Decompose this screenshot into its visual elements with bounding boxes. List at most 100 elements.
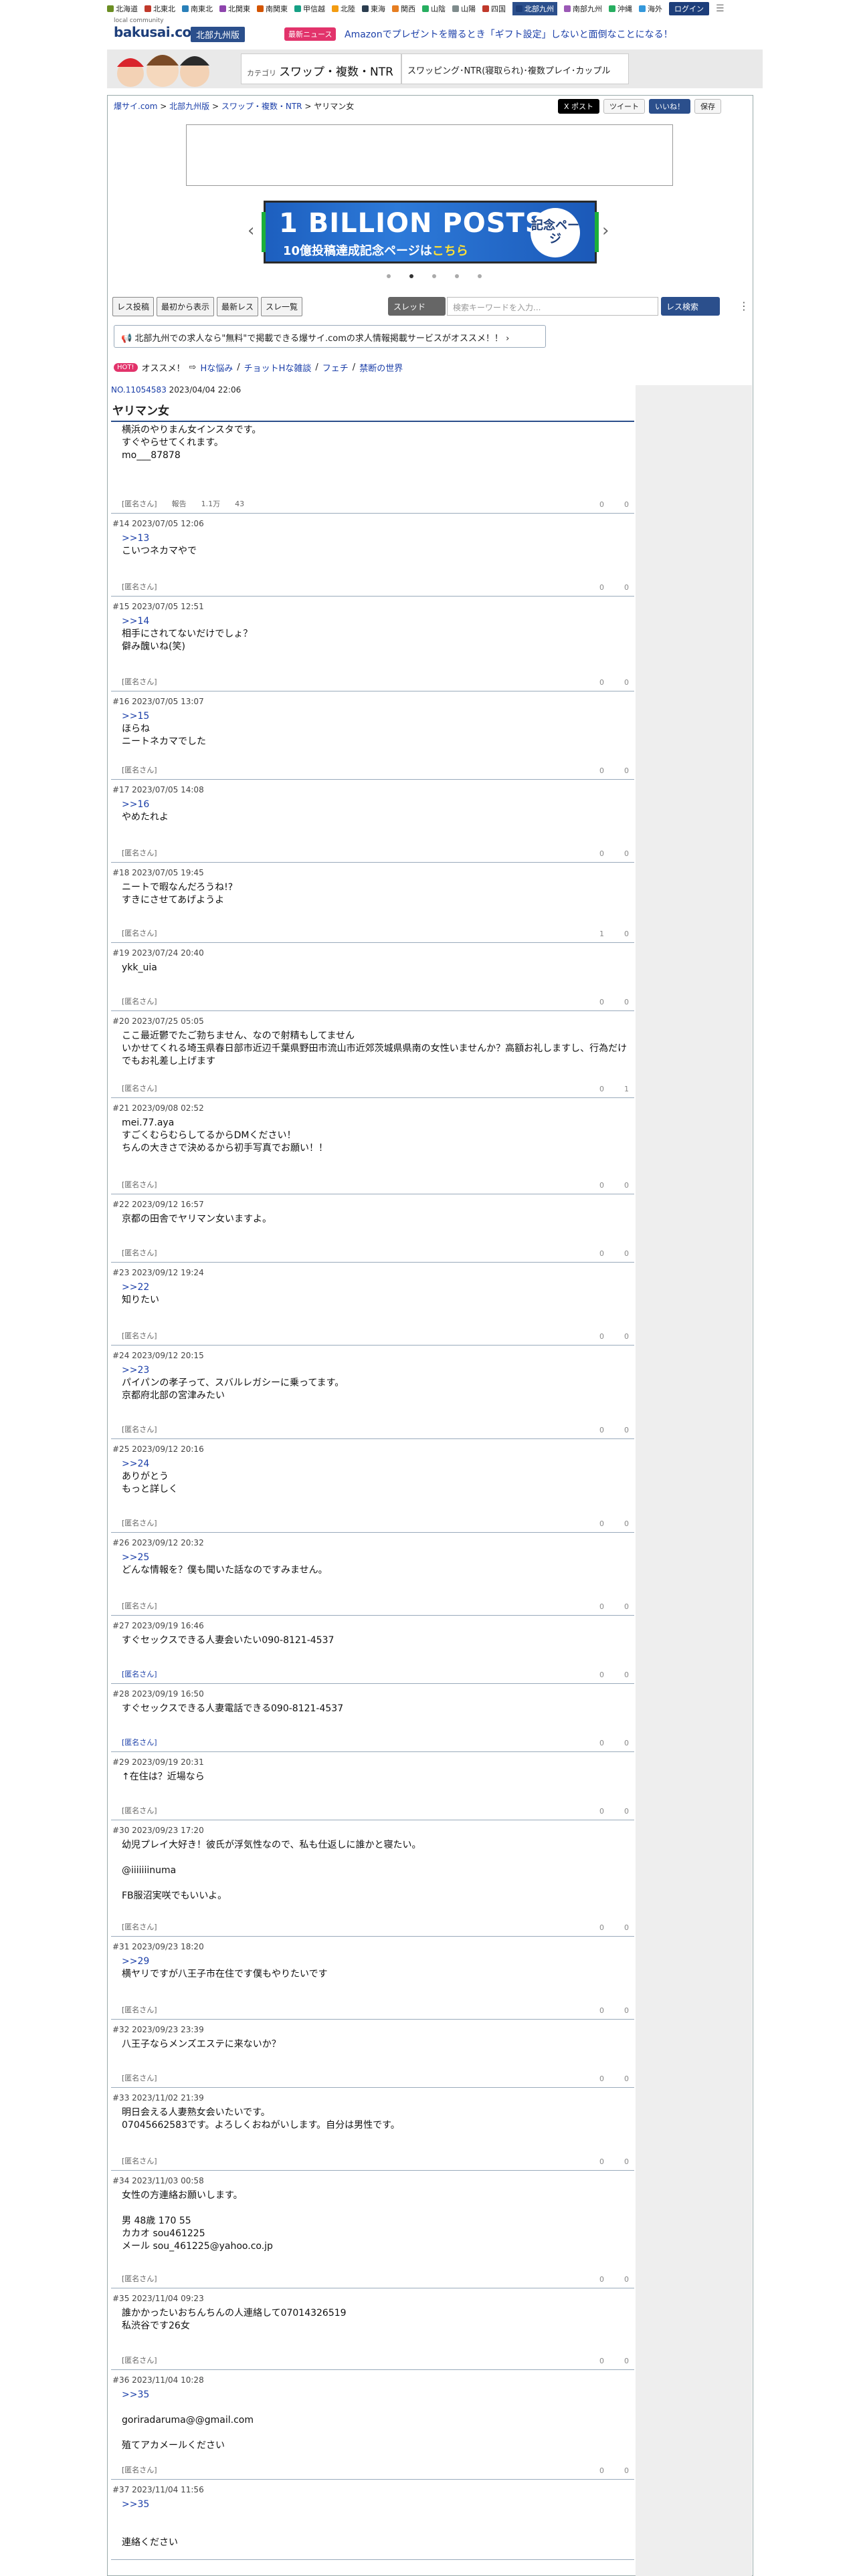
downvote-count[interactable]: 0 bbox=[624, 1426, 629, 1434]
upvote-count[interactable]: 0 bbox=[599, 2074, 604, 2083]
downvote-count[interactable]: 1 bbox=[624, 1085, 629, 1093]
search-scope-select[interactable]: スレッド bbox=[388, 297, 446, 316]
category-subtitle[interactable]: スワッピング･NTR(寝取られ)･複数プレイ･カップル bbox=[401, 53, 629, 84]
upvote-count[interactable]: 0 bbox=[599, 1426, 604, 1434]
breadcrumb-home[interactable]: 爆サイ.com bbox=[114, 102, 157, 111]
search-input[interactable]: 検索キーワードを入力... bbox=[447, 297, 658, 316]
carousel-next-icon[interactable]: › bbox=[602, 221, 609, 241]
upvote-count[interactable]: 0 bbox=[599, 1249, 604, 1258]
login-button[interactable]: ログイン bbox=[669, 2, 709, 15]
downvote-count[interactable]: 0 bbox=[624, 1602, 629, 1611]
thread-number[interactable]: NO.11054583 bbox=[111, 385, 167, 395]
region-link[interactable]: 山陽 bbox=[452, 3, 476, 14]
downvote-count[interactable]: 0 bbox=[624, 998, 629, 1006]
region-link[interactable]: 北海道 bbox=[107, 3, 138, 14]
ad-slot[interactable] bbox=[186, 124, 673, 186]
downvote-count[interactable]: 0 bbox=[624, 930, 629, 938]
upvote-count[interactable]: 0 bbox=[599, 1739, 604, 1747]
downvote-count[interactable]: 0 bbox=[624, 1181, 629, 1190]
region-link[interactable]: 東海 bbox=[362, 3, 385, 14]
billion-posts-banner[interactable]: 1 BILLION POSTS 10億投稿達成記念ページはこちら 記念ページ bbox=[262, 201, 599, 263]
reply-anchor-link[interactable]: >>23 bbox=[122, 1364, 634, 1377]
save-button[interactable]: 保存 bbox=[694, 99, 722, 114]
carousel-dot[interactable] bbox=[387, 274, 391, 278]
carousel-dot[interactable] bbox=[432, 274, 436, 278]
post-reply-button[interactable]: レス投稿 bbox=[112, 297, 155, 316]
like-button[interactable]: いいね！ bbox=[649, 99, 691, 114]
upvote-count[interactable]: 0 bbox=[599, 2357, 604, 2365]
downvote-count[interactable]: 0 bbox=[624, 1249, 629, 1258]
region-link[interactable]: 南東北 bbox=[182, 3, 213, 14]
downvote-count[interactable]: 0 bbox=[624, 500, 629, 509]
reply-anchor-link[interactable]: >>35 bbox=[122, 2498, 634, 2511]
downvote-count[interactable]: 0 bbox=[624, 1332, 629, 1341]
more-icon[interactable]: ⋮ bbox=[739, 300, 749, 312]
downvote-count[interactable]: 0 bbox=[624, 678, 629, 687]
reply-anchor-link[interactable]: >>25 bbox=[122, 1551, 634, 1564]
show-from-start-button[interactable]: 最初から表示 bbox=[157, 297, 215, 316]
latest-replies-button[interactable]: 最新レス bbox=[217, 297, 259, 316]
hot-link[interactable]: フェチ bbox=[322, 361, 349, 374]
upvote-count[interactable]: 0 bbox=[599, 766, 604, 775]
region-link[interactable]: 南関東 bbox=[257, 3, 288, 14]
upvote-count[interactable]: 0 bbox=[599, 1332, 604, 1341]
downvote-count[interactable]: 0 bbox=[624, 2006, 629, 2015]
search-button[interactable]: レス検索 bbox=[661, 297, 720, 316]
downvote-count[interactable]: 0 bbox=[624, 1807, 629, 1816]
hot-link[interactable]: Hな悩み bbox=[200, 361, 233, 374]
reply-anchor-link[interactable]: >>35 bbox=[122, 2389, 634, 2401]
region-link[interactable]: 四国 bbox=[482, 3, 506, 14]
region-link[interactable]: 北関東 bbox=[219, 3, 250, 14]
hot-link[interactable]: 禁断の世界 bbox=[359, 361, 403, 374]
reply-anchor-link[interactable]: >>13 bbox=[122, 532, 634, 545]
region-link[interactable]: 山陰 bbox=[422, 3, 446, 14]
carousel-dot[interactable] bbox=[455, 274, 459, 278]
x-post-button[interactable]: X ポスト bbox=[558, 99, 600, 114]
upvote-count[interactable]: 0 bbox=[599, 678, 604, 687]
downvote-count[interactable]: 0 bbox=[624, 1671, 629, 1679]
upvote-count[interactable]: 0 bbox=[599, 998, 604, 1006]
downvote-count[interactable]: 0 bbox=[624, 2357, 629, 2365]
downvote-count[interactable]: 0 bbox=[624, 2466, 629, 2475]
upvote-count[interactable]: 0 bbox=[599, 2466, 604, 2475]
downvote-count[interactable]: 0 bbox=[624, 1923, 629, 1932]
downvote-count[interactable]: 0 bbox=[624, 849, 629, 858]
news-link[interactable]: Amazonでプレゼントを贈るとき「ギフト設定」しないと面倒なことになる！ bbox=[345, 27, 673, 41]
reply-anchor-link[interactable]: >>22 bbox=[122, 1281, 634, 1294]
reply-anchor-link[interactable]: >>15 bbox=[122, 710, 634, 723]
upvote-count[interactable]: 0 bbox=[599, 1807, 604, 1816]
reply-anchor-link[interactable]: >>29 bbox=[122, 1955, 634, 1968]
region-link[interactable]: 南部九州 bbox=[564, 3, 602, 14]
region-link[interactable]: 海外 bbox=[639, 3, 662, 14]
upvote-count[interactable]: 0 bbox=[599, 1519, 604, 1528]
reply-anchor-link[interactable]: >>14 bbox=[122, 615, 634, 628]
hot-link[interactable]: チョットHな雑談 bbox=[244, 361, 312, 374]
upvote-count[interactable]: 0 bbox=[599, 1671, 604, 1679]
downvote-count[interactable]: 0 bbox=[624, 766, 629, 775]
upvote-count[interactable]: 0 bbox=[599, 849, 604, 858]
job-promo-banner[interactable]: 📢 北部九州での求人なら"無料"で掲載できる爆サイ.comの求人情報掲載サービス… bbox=[114, 325, 546, 348]
downvote-count[interactable]: 0 bbox=[624, 2275, 629, 2284]
downvote-count[interactable]: 0 bbox=[624, 2157, 629, 2166]
breadcrumb-area[interactable]: 北部九州版 bbox=[169, 102, 209, 111]
region-link[interactable]: 北東北 bbox=[145, 3, 175, 14]
category-title[interactable]: カテゴリ スワップ・複数・NTR bbox=[241, 53, 401, 84]
downvote-count[interactable]: 0 bbox=[624, 1739, 629, 1747]
reply-anchor-link[interactable]: >>16 bbox=[122, 798, 634, 811]
downvote-count[interactable]: 0 bbox=[624, 583, 629, 592]
upvote-count[interactable]: 0 bbox=[599, 583, 604, 592]
carousel-dot[interactable] bbox=[409, 274, 413, 278]
upvote-count[interactable]: 0 bbox=[599, 2157, 604, 2166]
downvote-count[interactable]: 0 bbox=[624, 2074, 629, 2083]
region-link[interactable]: 甲信越 bbox=[294, 3, 325, 14]
region-link[interactable]: 北部九州 bbox=[512, 2, 557, 15]
region-link[interactable]: 北陸 bbox=[332, 3, 355, 14]
region-link[interactable]: 沖縄 bbox=[609, 3, 632, 14]
carousel-prev-icon[interactable]: ‹ bbox=[248, 221, 254, 241]
area-badge[interactable]: 北部九州版 bbox=[191, 27, 246, 42]
upvote-count[interactable]: 0 bbox=[599, 2275, 604, 2284]
upvote-count[interactable]: 0 bbox=[599, 2006, 604, 2015]
upvote-count[interactable]: 0 bbox=[599, 1181, 604, 1190]
upvote-count[interactable]: 0 bbox=[599, 1602, 604, 1611]
downvote-count[interactable]: 0 bbox=[624, 1519, 629, 1528]
